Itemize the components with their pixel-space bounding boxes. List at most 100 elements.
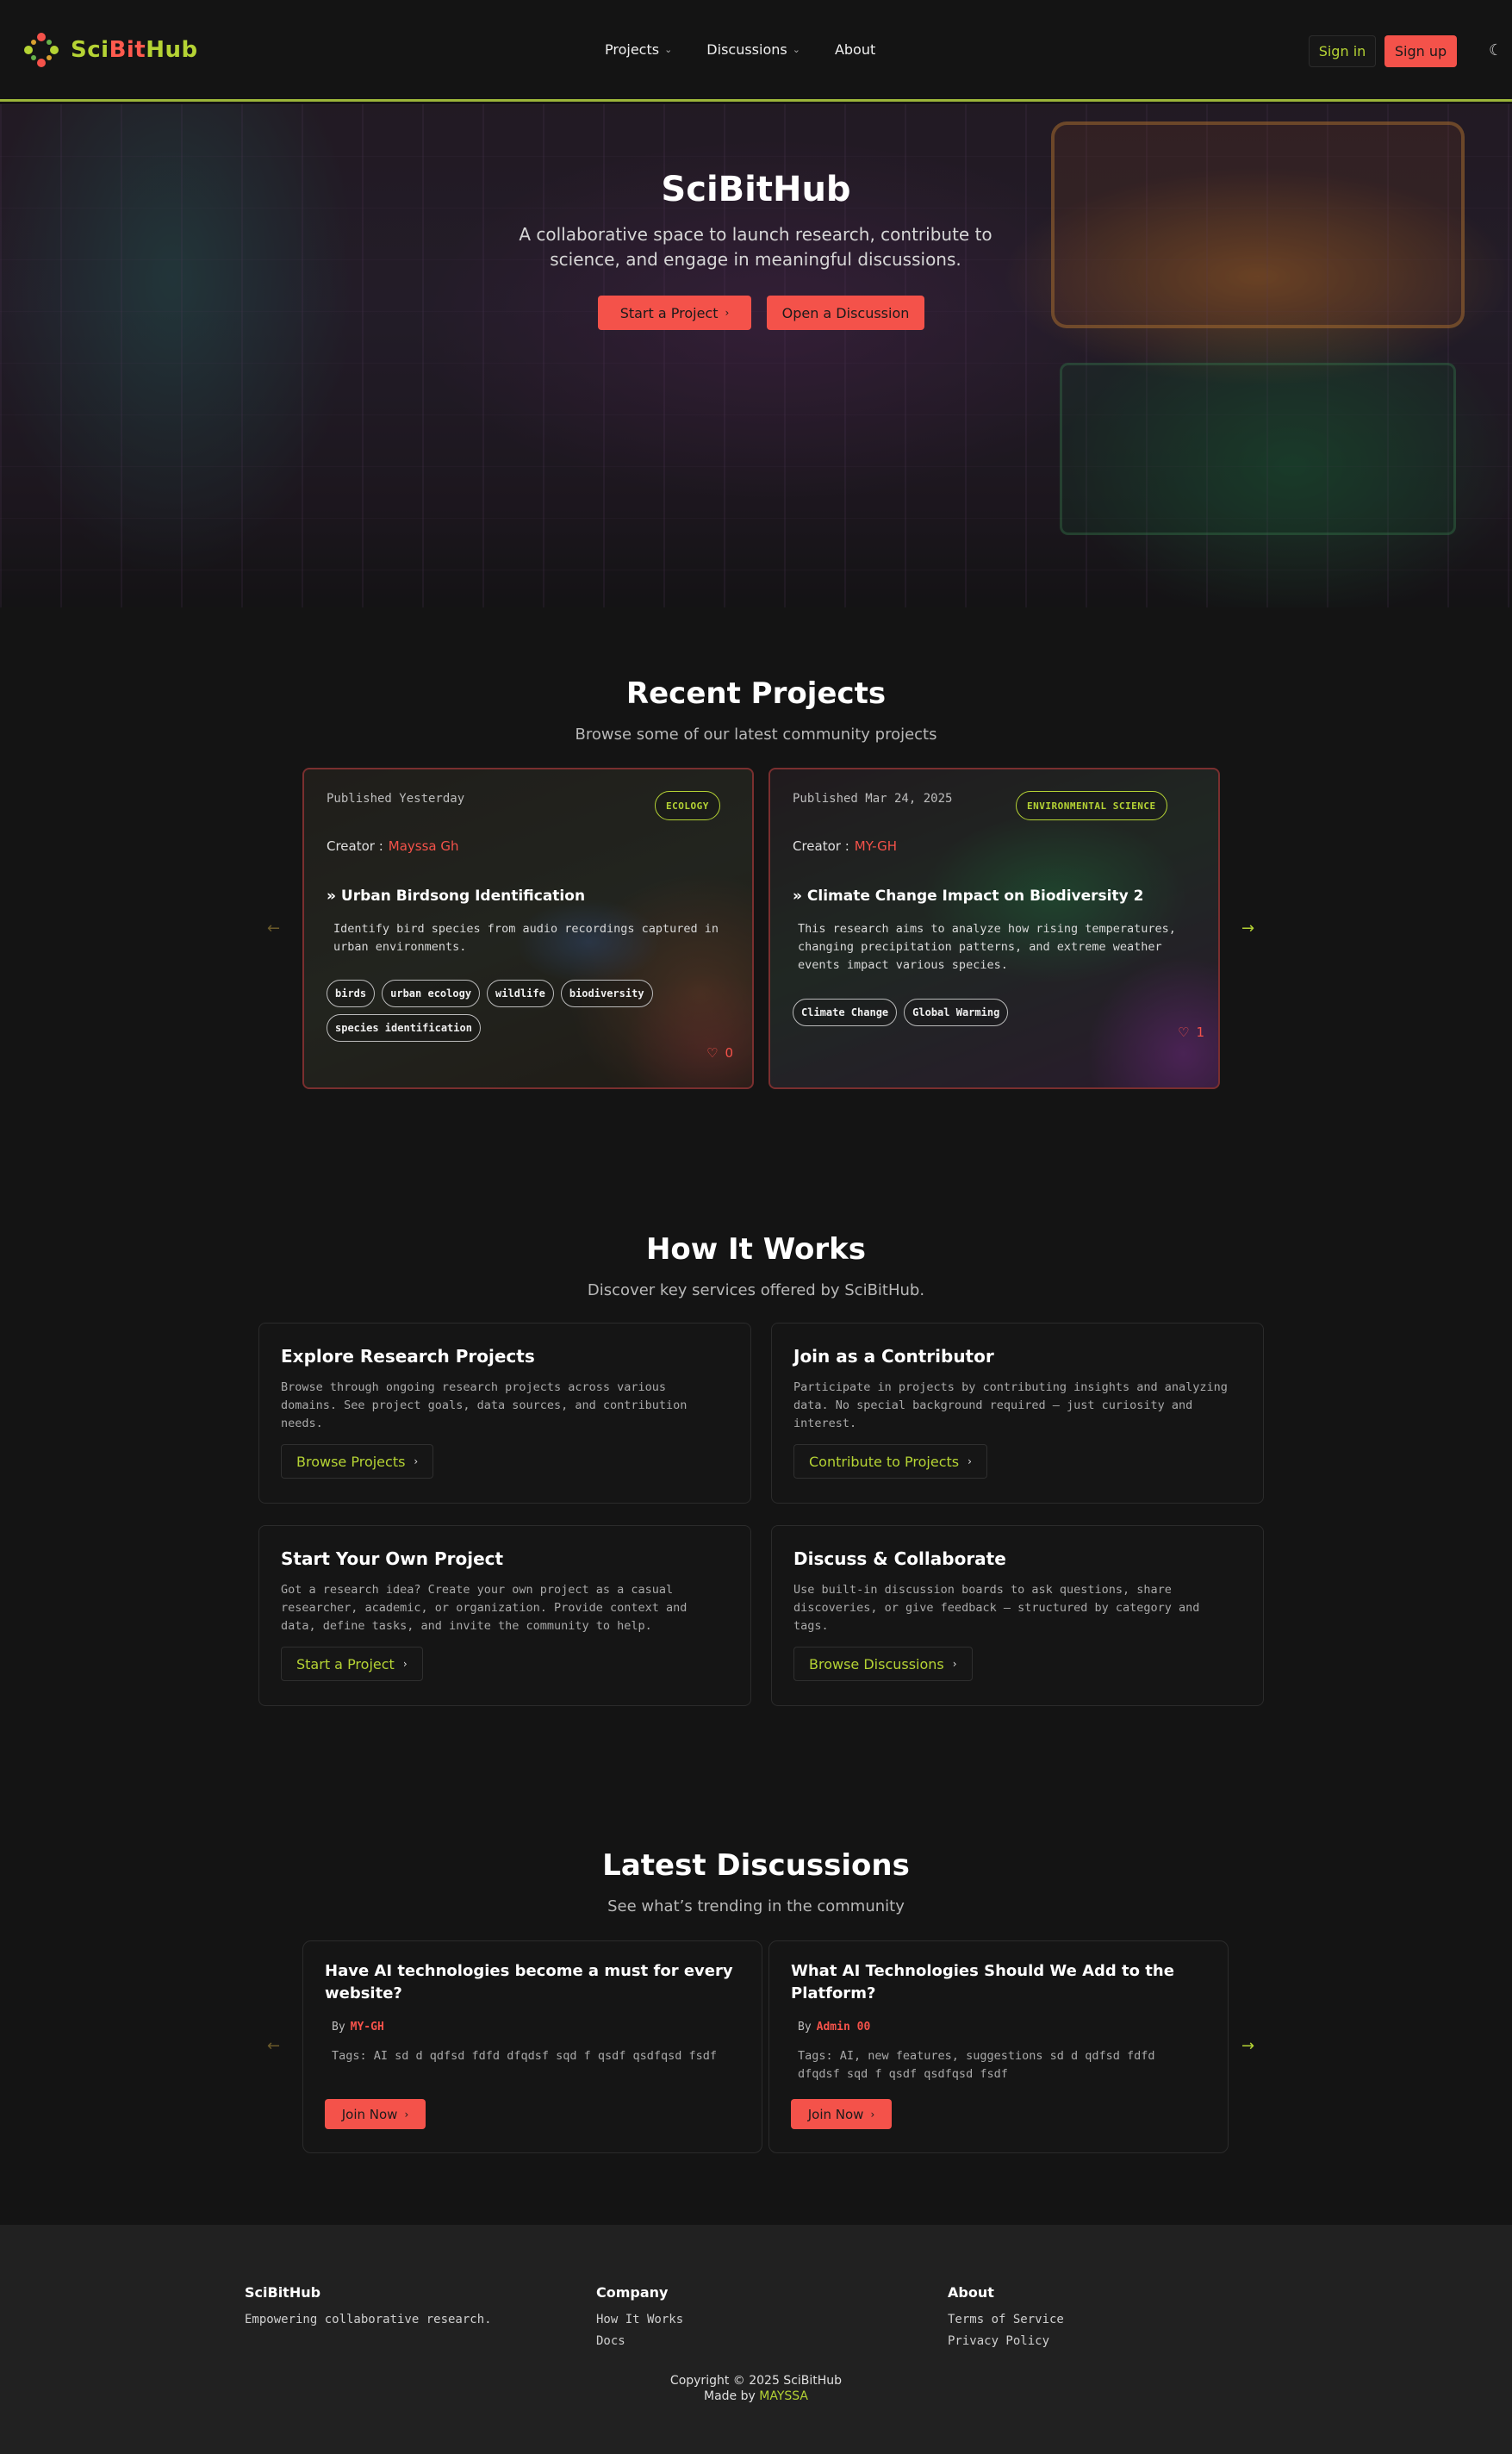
carousel-prev-arrow-icon[interactable]: ← bbox=[267, 2037, 280, 2055]
creator-name[interactable]: Mayssa Gh bbox=[389, 838, 459, 854]
footer-link-privacy[interactable]: Privacy Policy bbox=[948, 2331, 1064, 2352]
discussion-author: By MY-GH bbox=[332, 2021, 384, 2034]
category-badge: ENVIRONMENTAL SCIENCE bbox=[1016, 791, 1167, 820]
logo-text: SciBitHub bbox=[71, 37, 198, 63]
footer-link-docs[interactable]: Docs bbox=[596, 2331, 683, 2352]
chevron-down-icon: ⌄ bbox=[792, 44, 800, 55]
heart-icon: ♡ bbox=[706, 1045, 719, 1061]
join-now-button[interactable]: Join Now › bbox=[325, 2099, 426, 2129]
tag[interactable]: Climate Change bbox=[793, 999, 898, 1026]
sign-up-button[interactable]: Sign up bbox=[1384, 35, 1457, 67]
discussion-author: By Admin 00 bbox=[798, 2021, 871, 2034]
footer-heading: Company bbox=[596, 2284, 669, 2301]
copyright-text: Copyright © 2025 SciBitHub bbox=[669, 2374, 843, 2388]
like-counter[interactable]: ♡ 1 bbox=[1178, 1025, 1204, 1040]
footer-company: Company How It Works Docs bbox=[596, 2284, 683, 2352]
copyright: Copyright © 2025 SciBitHub Made by MAYSS… bbox=[0, 2373, 1512, 2404]
how-it-works-title: How It Works bbox=[645, 1232, 867, 1267]
chevron-down-icon: ⌄ bbox=[664, 44, 673, 55]
service-card: Explore Research Projects Browse through… bbox=[258, 1323, 751, 1504]
hero-title: SciBitHub bbox=[661, 170, 851, 209]
hero-subtitle: A collaborative space to launch research… bbox=[519, 224, 992, 270]
nav-discussions[interactable]: Discussions ⌄ bbox=[706, 41, 800, 58]
open-discussion-button[interactable]: Open a Discussion bbox=[767, 296, 924, 330]
nav-about[interactable]: About bbox=[835, 41, 875, 58]
carousel-next-arrow-icon[interactable]: → bbox=[1241, 919, 1254, 937]
chevron-right-icon: › bbox=[952, 1658, 957, 1670]
latest-discussions-subtitle: See what’s trending in the community bbox=[607, 1897, 905, 1915]
nav-links: Projects ⌄ Discussions ⌄ About bbox=[605, 41, 875, 58]
footer-heading: SciBitHub bbox=[245, 2284, 321, 2301]
tag[interactable]: biodiversity bbox=[560, 980, 653, 1007]
service-description: Browse through ongoing research projects… bbox=[281, 1380, 688, 1430]
discussion-card[interactable]: Have AI technologies become a must for e… bbox=[302, 1940, 762, 2153]
project-description: Identify bird species from audio recordi… bbox=[333, 922, 719, 954]
start-project-button[interactable]: Start a Project › bbox=[598, 296, 751, 330]
made-by: Made by MAYSSA bbox=[704, 2389, 808, 2403]
project-card[interactable]: Published Mar 24, 2025 ENVIRONMENTAL SCI… bbox=[768, 768, 1220, 1089]
recent-projects-title: Recent Projects bbox=[625, 676, 887, 711]
like-counter[interactable]: ♡ 0 bbox=[706, 1045, 733, 1061]
project-card[interactable]: Published Yesterday ECOLOGY Creator : May… bbox=[302, 768, 754, 1089]
discussion-card[interactable]: What AI Technologies Should We Add to th… bbox=[768, 1940, 1229, 2153]
service-card: Join as a Contributor Participate in pro… bbox=[771, 1323, 1264, 1504]
service-title: Explore Research Projects bbox=[281, 1346, 535, 1367]
moon-icon[interactable]: ☾ bbox=[1489, 41, 1503, 59]
tag[interactable]: urban ecology bbox=[382, 980, 481, 1007]
published-date: Published Mar 24, 2025 bbox=[793, 792, 953, 806]
tag-list: birds urban ecology wildlife biodiversit… bbox=[327, 980, 688, 1042]
browse-discussions-link[interactable]: Browse Discussions › bbox=[793, 1647, 973, 1681]
author-link[interactable]: MAYSSA bbox=[759, 2389, 808, 2403]
sign-in-button[interactable]: Sign in bbox=[1309, 35, 1376, 67]
footer-about: About Terms of Service Privacy Policy bbox=[948, 2284, 1064, 2352]
tag[interactable]: wildlife bbox=[487, 980, 554, 1007]
latest-discussions-title: Latest Discussions bbox=[602, 1848, 910, 1883]
discussion-title[interactable]: Have AI technologies become a must for e… bbox=[325, 1960, 738, 2005]
start-project-link[interactable]: Start a Project › bbox=[281, 1647, 423, 1681]
footer-link-how-it-works[interactable]: How It Works bbox=[596, 2309, 683, 2331]
creator: Creator : MY-GH bbox=[793, 838, 897, 854]
logo[interactable]: SciBitHub bbox=[24, 33, 198, 67]
footer: SciBitHub Empowering collaborative resea… bbox=[0, 2225, 1512, 2454]
service-card: Discuss & Collaborate Use built-in discu… bbox=[771, 1525, 1264, 1706]
author-name[interactable]: MY-GH bbox=[351, 2021, 384, 2034]
tag-list: Climate Change Global Warming bbox=[793, 999, 1189, 1026]
service-title: Discuss & Collaborate bbox=[793, 1548, 1006, 1569]
footer-tagline: Empowering collaborative research. bbox=[245, 2313, 492, 2326]
carousel-prev-arrow-icon[interactable]: ← bbox=[267, 919, 280, 937]
discussion-title[interactable]: What AI Technologies Should We Add to th… bbox=[791, 1960, 1204, 2005]
nav-projects[interactable]: Projects ⌄ bbox=[605, 41, 672, 58]
project-description: This research aims to analyze how rising… bbox=[798, 922, 1176, 972]
chevron-right-icon: › bbox=[414, 1455, 419, 1467]
project-title[interactable]: » Climate Change Impact on Biodiversity … bbox=[793, 888, 1143, 905]
project-title[interactable]: » Urban Birdsong Identification bbox=[327, 888, 585, 905]
how-it-works-subtitle: Discover key services offered by SciBitH… bbox=[587, 1281, 925, 1299]
join-now-button[interactable]: Join Now › bbox=[791, 2099, 892, 2129]
discussion-tags: Tags: AI, new features, suggestions sd d… bbox=[798, 2049, 1155, 2081]
tag[interactable]: birds bbox=[327, 980, 376, 1007]
category-badge: ECOLOGY bbox=[655, 791, 720, 820]
footer-heading: About bbox=[948, 2284, 994, 2301]
author-name[interactable]: Admin 00 bbox=[817, 2021, 871, 2034]
service-title: Join as a Contributor bbox=[793, 1346, 994, 1367]
chevron-right-icon: › bbox=[870, 2108, 875, 2121]
service-description: Participate in projects by contributing … bbox=[793, 1380, 1228, 1430]
creator: Creator : Mayssa Gh bbox=[327, 838, 459, 854]
creator-name[interactable]: MY-GH bbox=[855, 838, 897, 854]
contribute-link[interactable]: Contribute to Projects › bbox=[793, 1444, 987, 1479]
carousel-next-arrow-icon[interactable]: → bbox=[1241, 2037, 1254, 2055]
top-navbar: SciBitHub Projects ⌄ Discussions ⌄ About S… bbox=[0, 0, 1512, 102]
chevron-right-icon: › bbox=[725, 307, 730, 319]
discussion-tags: Tags: AI sd d qdfsd fdfd dfqdsf sqd f qs… bbox=[332, 2049, 718, 2063]
published-date: Published Yesterday bbox=[327, 792, 465, 806]
service-card: Start Your Own Project Got a research id… bbox=[258, 1525, 751, 1706]
chevron-right-icon: › bbox=[402, 1658, 408, 1670]
browse-projects-link[interactable]: Browse Projects › bbox=[281, 1444, 434, 1479]
footer-link-terms[interactable]: Terms of Service bbox=[948, 2309, 1064, 2331]
heart-icon: ♡ bbox=[1178, 1025, 1190, 1040]
tag[interactable]: species identification bbox=[327, 1014, 481, 1042]
recent-projects-subtitle: Browse some of our latest community proj… bbox=[575, 726, 937, 744]
tag[interactable]: Global Warming bbox=[904, 999, 1009, 1026]
chevron-right-icon: › bbox=[968, 1455, 972, 1467]
service-description: Use built-in discussion boards to ask qu… bbox=[793, 1583, 1200, 1633]
